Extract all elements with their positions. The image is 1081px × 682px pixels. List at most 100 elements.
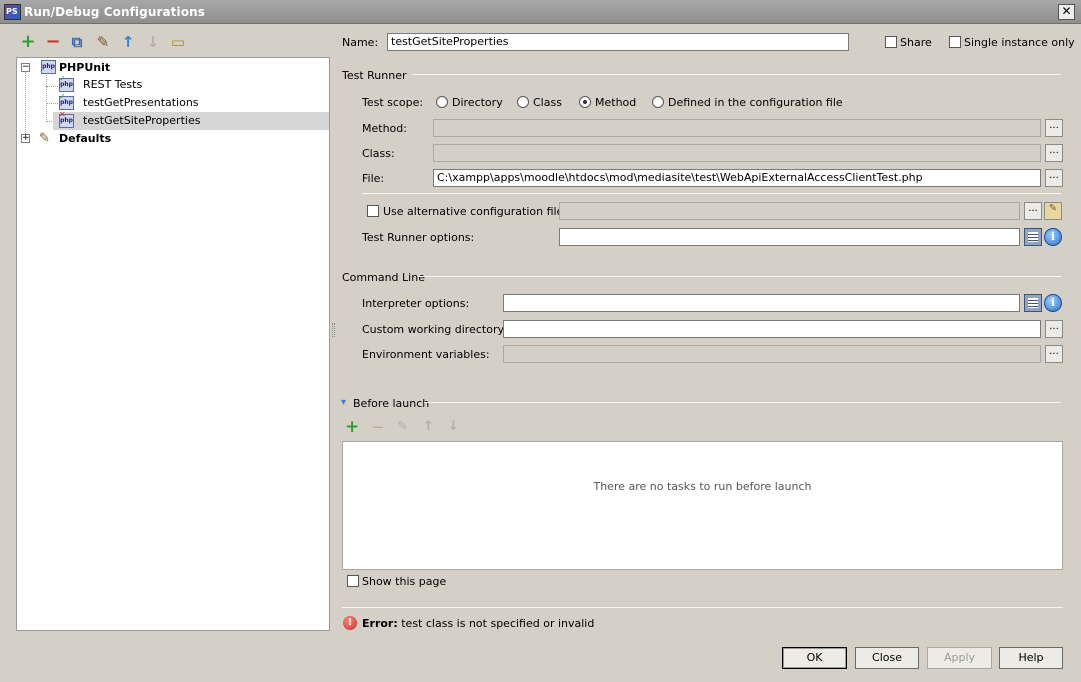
alt-config-checkbox[interactable]	[367, 205, 379, 217]
environment-variables-label: Environment variables:	[362, 348, 490, 361]
environment-variables-input	[503, 345, 1041, 363]
test-runner-options-input[interactable]	[559, 228, 1020, 246]
expand-editor-icon[interactable]	[1024, 228, 1042, 246]
alt-config-input	[559, 202, 1020, 220]
share-label: Share	[900, 36, 932, 49]
test-runner-section-title: Test Runner	[342, 69, 407, 82]
scope-method-label: Method	[595, 96, 637, 109]
alt-config-browse-button[interactable]: ...	[1024, 202, 1042, 220]
tree-item-label: PHPUnit	[59, 61, 111, 74]
method-browse-button[interactable]: ...	[1045, 119, 1063, 137]
scope-config-file-label: Defined in the configuration file	[668, 96, 843, 109]
window-title: Run/Debug Configurations	[24, 5, 205, 19]
empty-task-list-message: There are no tasks to run before launch	[593, 480, 812, 493]
tree-item-label: testGetSiteProperties	[83, 114, 201, 127]
tree-item-rest-tests[interactable]: ✓ php REST Tests	[59, 75, 329, 94]
copy-configuration-icon[interactable]: ⧉	[68, 33, 86, 51]
tree-guide-line	[46, 75, 47, 122]
tree-item-label: testGetPresentations	[83, 96, 199, 109]
share-checkbox[interactable]	[885, 36, 897, 48]
working-directory-label: Custom working directory:	[362, 323, 507, 336]
php-test-icon: ✓ php	[59, 93, 74, 110]
file-input[interactable]: C:\xampp\apps\moodle\htdocs\mod\mediasit…	[433, 169, 1041, 187]
name-input[interactable]: testGetSiteProperties	[387, 33, 849, 51]
class-browse-button[interactable]: ...	[1045, 144, 1063, 162]
alt-config-label: Use alternative configuration file:	[383, 205, 568, 218]
command-line-section-title: Command Line	[342, 271, 425, 284]
add-configuration-icon[interactable]: +	[19, 33, 37, 51]
working-directory-browse-button[interactable]: ...	[1045, 320, 1063, 338]
wrench-icon: ✎	[39, 131, 50, 146]
php-test-icon: ✓ php	[59, 75, 74, 92]
before-launch-task-list[interactable]: There are no tasks to run before launch	[342, 441, 1063, 570]
environment-variables-browse-button[interactable]: ...	[1045, 345, 1063, 363]
tree-item-defaults[interactable]: + ✎ Defaults	[21, 130, 321, 148]
ok-button[interactable]: OK	[782, 647, 847, 669]
tree-item-phpunit[interactable]: − php PHPUnit	[21, 59, 321, 77]
info-icon[interactable]: i	[1044, 294, 1062, 312]
single-instance-label: Single instance only	[964, 36, 1075, 49]
interpreter-options-input[interactable]	[503, 294, 1020, 312]
move-task-down-icon[interactable]: ↓	[448, 418, 459, 436]
php-test-error-icon: ✕ php	[59, 111, 74, 128]
section-divider	[424, 402, 1061, 403]
window-close-button[interactable]: ✕	[1058, 4, 1075, 20]
tree-item-test-get-site-properties[interactable]: ✕ php testGetSiteProperties	[53, 111, 329, 130]
section-divider	[362, 193, 1061, 194]
method-label: Method:	[362, 122, 407, 135]
error-text: test class is not specified or invalid	[397, 617, 595, 630]
test-scope-label: Test scope:	[362, 96, 424, 109]
file-browse-button[interactable]: ...	[1045, 169, 1063, 187]
move-task-up-icon[interactable]: ↑	[423, 418, 434, 436]
folder-icon[interactable]: ▭	[169, 33, 187, 51]
tree-item-label: Defaults	[59, 132, 112, 145]
show-this-page-checkbox[interactable]	[347, 575, 359, 587]
add-task-icon[interactable]: +	[345, 418, 359, 436]
single-instance-checkbox[interactable]	[949, 36, 961, 48]
tree-item-label: REST Tests	[83, 78, 143, 91]
move-down-icon[interactable]: ↓	[144, 33, 162, 51]
scope-class-label: Class	[533, 96, 562, 109]
scope-method-radio[interactable]	[579, 96, 591, 108]
expand-icon[interactable]: +	[21, 134, 30, 143]
collapse-icon[interactable]: −	[21, 63, 30, 72]
class-label: Class:	[362, 147, 395, 160]
tree-guide-line	[46, 86, 58, 87]
move-up-icon[interactable]: ↑	[119, 33, 137, 51]
collapse-arrow-icon[interactable]: ▾	[341, 397, 346, 408]
file-label: File:	[362, 172, 385, 185]
help-button[interactable]: Help	[999, 647, 1063, 669]
show-this-page-label: Show this page	[362, 575, 447, 588]
configuration-tree[interactable]: − php PHPUnit ✓ php REST Tests ✓ php testG…	[16, 57, 330, 631]
remove-task-icon[interactable]: −	[372, 418, 385, 436]
remove-configuration-icon[interactable]: −	[44, 33, 62, 51]
method-input	[433, 119, 1041, 137]
section-divider	[412, 74, 1061, 75]
scope-directory-radio[interactable]	[436, 96, 448, 108]
apply-button[interactable]: Apply	[927, 647, 992, 669]
scope-directory-label: Directory	[452, 96, 503, 109]
app-icon	[4, 4, 21, 20]
scope-config-file-radio[interactable]	[652, 96, 664, 108]
open-config-icon[interactable]: ✎	[1044, 202, 1062, 220]
test-runner-options-label: Test Runner options:	[362, 231, 475, 244]
tree-guide-line	[46, 103, 58, 104]
tree-item-test-get-presentations[interactable]: ✓ php testGetPresentations	[59, 93, 329, 112]
name-label: Name:	[342, 36, 379, 49]
expand-editor-icon[interactable]	[1024, 294, 1042, 312]
error-message: Error: test class is not specified or in…	[362, 617, 594, 630]
error-icon: !	[343, 616, 357, 630]
edit-task-icon[interactable]: ✎	[397, 418, 408, 436]
error-prefix: Error:	[362, 617, 398, 630]
info-icon[interactable]: i	[1044, 228, 1062, 246]
working-directory-input[interactable]	[503, 320, 1041, 338]
before-launch-section-title[interactable]: Before launch	[353, 397, 429, 410]
scope-class-radio[interactable]	[517, 96, 529, 108]
class-input	[433, 144, 1041, 162]
php-icon: php	[41, 60, 56, 74]
splitter-handle[interactable]	[332, 323, 335, 337]
interpreter-options-label: Interpreter options:	[362, 297, 470, 310]
edit-defaults-icon[interactable]: ✎	[94, 33, 112, 51]
close-button[interactable]: Close	[855, 647, 919, 669]
section-divider	[418, 276, 1061, 277]
